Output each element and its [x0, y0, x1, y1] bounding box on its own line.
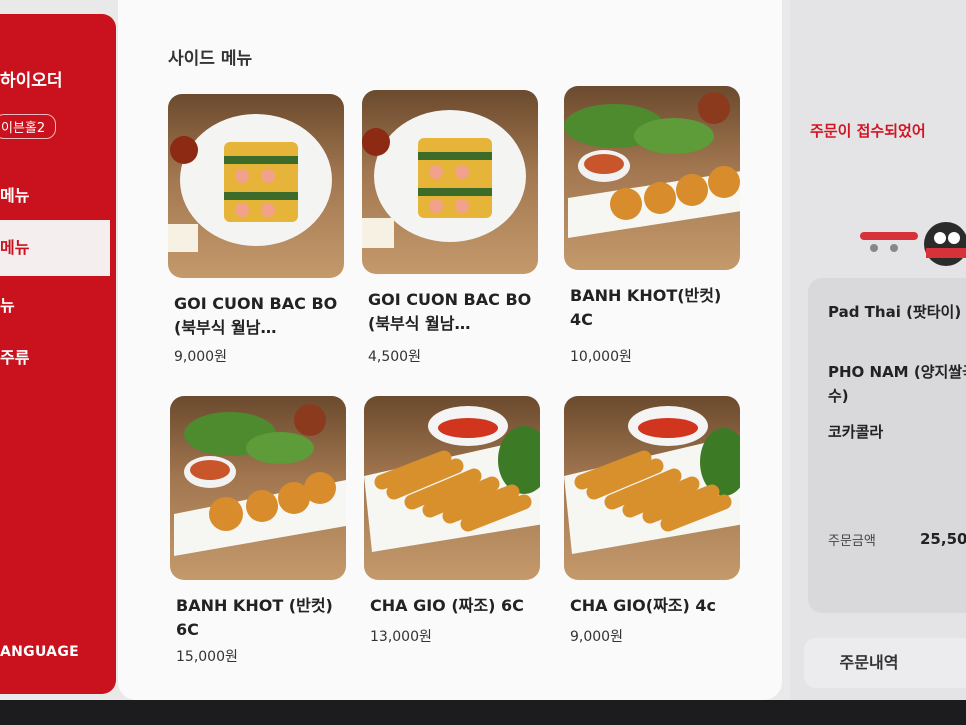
spring-roll-plate-icon	[362, 90, 538, 274]
sidebar-item-menu[interactable]: 메뉴	[0, 182, 29, 206]
order-item: Pad Thai (팟타이)	[828, 303, 962, 321]
menu-price: 13,000원	[370, 629, 432, 645]
total-label: 주문금액	[828, 534, 876, 549]
sidebar-item-side-menu[interactable]: 메뉴	[0, 220, 110, 276]
spring-roll-plate-icon	[168, 94, 344, 278]
menu-price: 4,500원	[368, 349, 421, 365]
order-item: PHO NAM (양지쌀국수)	[828, 363, 966, 405]
kiosk-screen: 하이오더 이븐홀2 메뉴 메뉴 뉴 주류 ANGUAGE 사이드 메뉴 GOI …	[0, 0, 966, 705]
menu-panel: 사이드 메뉴 GOI CUON BAC BO (북부식 월남… 9,000원 G…	[118, 0, 782, 700]
total-amount: 25,50	[920, 530, 966, 548]
shrimp-pancake-icon	[170, 396, 346, 580]
sidebar-item-drinks[interactable]: 주류	[0, 344, 29, 368]
menu-name: GOI CUON BAC BO (북부식 월남…	[368, 290, 532, 333]
shrimp-pancake-icon	[564, 86, 740, 270]
order-summary: Pad Thai (팟타이) PHO NAM (양지쌀국수) 코카콜라 주문금액…	[808, 278, 966, 613]
section-title: 사이드 메뉴	[168, 49, 253, 69]
order-item: 코카콜라	[828, 423, 884, 441]
table-badge: 이븐홀2	[0, 114, 57, 139]
menu-name: BANH KHOT(반컷) 4C	[570, 286, 722, 329]
sidebar: 하이오더 이븐홀2 메뉴 메뉴 뉴 주류 ANGUAGE	[0, 14, 116, 694]
sidebar-item-other-menu[interactable]: 뉴	[0, 292, 15, 316]
order-history-button[interactable]: 주문내역	[804, 638, 966, 688]
menu-name: GOI CUON BAC BO (북부식 월남…	[174, 294, 338, 337]
menu-price: 9,000원	[570, 629, 623, 645]
fried-roll-icon	[364, 396, 540, 580]
delivery-robot-icon	[860, 222, 966, 266]
language-button[interactable]: ANGUAGE	[0, 644, 79, 660]
order-panel: 주문이 접수되었어 Pad Thai (팟타이) PHO NAM (양지쌀국수)…	[790, 0, 966, 700]
order-received-notice: 주문이 접수되었어	[810, 122, 926, 140]
menu-name: BANH KHOT (반컷) 6C	[176, 596, 333, 639]
menu-price: 9,000원	[174, 349, 227, 365]
menu-price: 15,000원	[176, 649, 238, 665]
menu-name: CHA GIO(짜조) 4c	[570, 596, 717, 615]
menu-price: 10,000원	[570, 349, 632, 365]
device-bezel	[0, 700, 966, 725]
menu-name: CHA GIO (짜조) 6C	[370, 596, 524, 615]
brand-name: 하이오더	[0, 71, 63, 91]
fried-roll-icon	[564, 396, 740, 580]
